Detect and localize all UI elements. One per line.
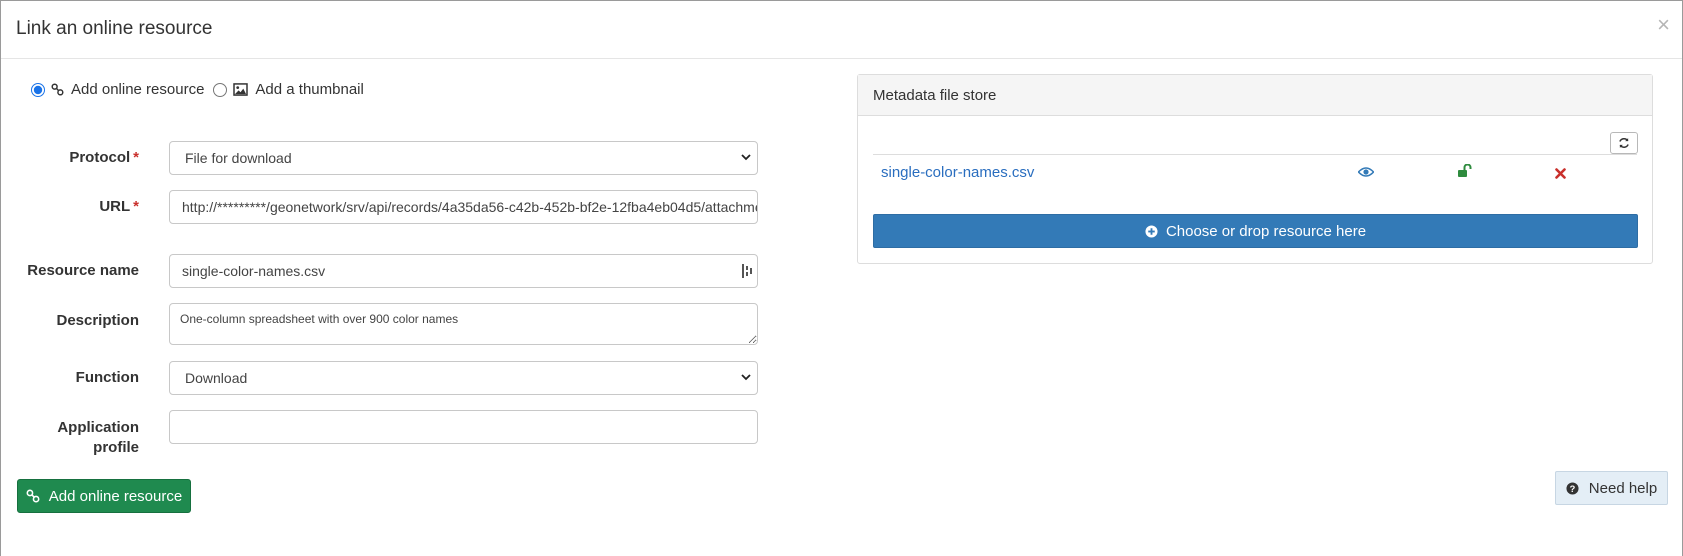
question-circle-icon: ?: [1566, 481, 1579, 495]
radio-label-thumbnail: Add a thumbnail: [255, 81, 364, 98]
url-label: URL *: [1, 198, 139, 215]
table-divider: [873, 154, 1637, 155]
link-icon: [26, 489, 40, 503]
required-marker: *: [133, 149, 139, 166]
delete-icon[interactable]: [1555, 168, 1566, 179]
description-textarea[interactable]: [169, 303, 758, 345]
svg-text:?: ?: [1569, 483, 1575, 493]
close-icon[interactable]: ×: [1657, 14, 1670, 36]
dialog-title: Link an online resource: [16, 18, 213, 39]
resource-type-selector: Add online resource Add a thumbnail: [31, 81, 373, 98]
radio-input-online-resource[interactable]: [31, 82, 45, 97]
link-resource-dialog: Link an online resource × Add online res…: [0, 0, 1683, 556]
eye-icon[interactable]: [1358, 166, 1374, 178]
radio-add-thumbnail[interactable]: Add a thumbnail: [213, 81, 364, 98]
translation-toggle-icon[interactable]: [741, 264, 753, 278]
description-label: Description: [56, 312, 139, 329]
link-icon: [51, 83, 64, 96]
chevron-down-icon: [741, 374, 751, 381]
need-help-button[interactable]: ? Need help: [1555, 471, 1668, 505]
image-icon: [233, 83, 249, 96]
application-profile-label: Application profile: [1, 418, 139, 458]
refresh-icon: [1619, 138, 1629, 148]
need-help-label: Need help: [1588, 479, 1658, 497]
application-profile-label-line2: profile: [93, 439, 139, 456]
protocol-label-text: Protocol: [69, 149, 131, 166]
dialog-header: Link an online resource ×: [1, 1, 1682, 59]
choose-or-drop-label: Choose or drop resource here: [1165, 222, 1367, 240]
unlock-icon[interactable]: [1457, 164, 1473, 178]
add-online-resource-label: Add online resource: [48, 487, 183, 505]
function-select-value: Download: [185, 370, 248, 386]
resource-name-label: Resource name: [27, 262, 139, 279]
required-marker: *: [133, 198, 139, 215]
protocol-select-value: File for download: [185, 150, 292, 166]
application-profile-label-line1: Application: [57, 419, 139, 436]
resource-name-value: single-color-names.csv: [182, 263, 326, 279]
radio-add-online-resource[interactable]: Add online resource: [31, 81, 204, 98]
function-label: Function: [75, 369, 139, 386]
plus-circle-icon: [1145, 224, 1158, 238]
application-profile-input[interactable]: [169, 410, 758, 444]
metadata-file-store-panel: Metadata file store single-color-names.c…: [857, 74, 1653, 264]
protocol-label: Protocol *: [1, 149, 139, 166]
function-select[interactable]: Download: [169, 361, 758, 395]
url-input-value: http://*********/geonetwork/srv/api/reco…: [182, 199, 757, 215]
choose-or-drop-resource-button[interactable]: Choose or drop resource here: [873, 214, 1638, 248]
chevron-down-icon: [741, 154, 751, 161]
url-input[interactable]: http://*********/geonetwork/srv/api/reco…: [169, 190, 758, 224]
url-label-text: URL: [99, 198, 131, 215]
file-link[interactable]: single-color-names.csv: [881, 164, 1034, 181]
add-online-resource-button[interactable]: Add online resource: [17, 479, 191, 513]
protocol-select[interactable]: File for download: [169, 141, 758, 175]
panel-heading: Metadata file store: [858, 75, 1652, 116]
radio-label-online-resource: Add online resource: [71, 81, 205, 98]
radio-input-thumbnail[interactable]: [213, 82, 228, 97]
resource-name-input[interactable]: single-color-names.csv: [169, 254, 758, 288]
refresh-button[interactable]: [1610, 132, 1638, 154]
